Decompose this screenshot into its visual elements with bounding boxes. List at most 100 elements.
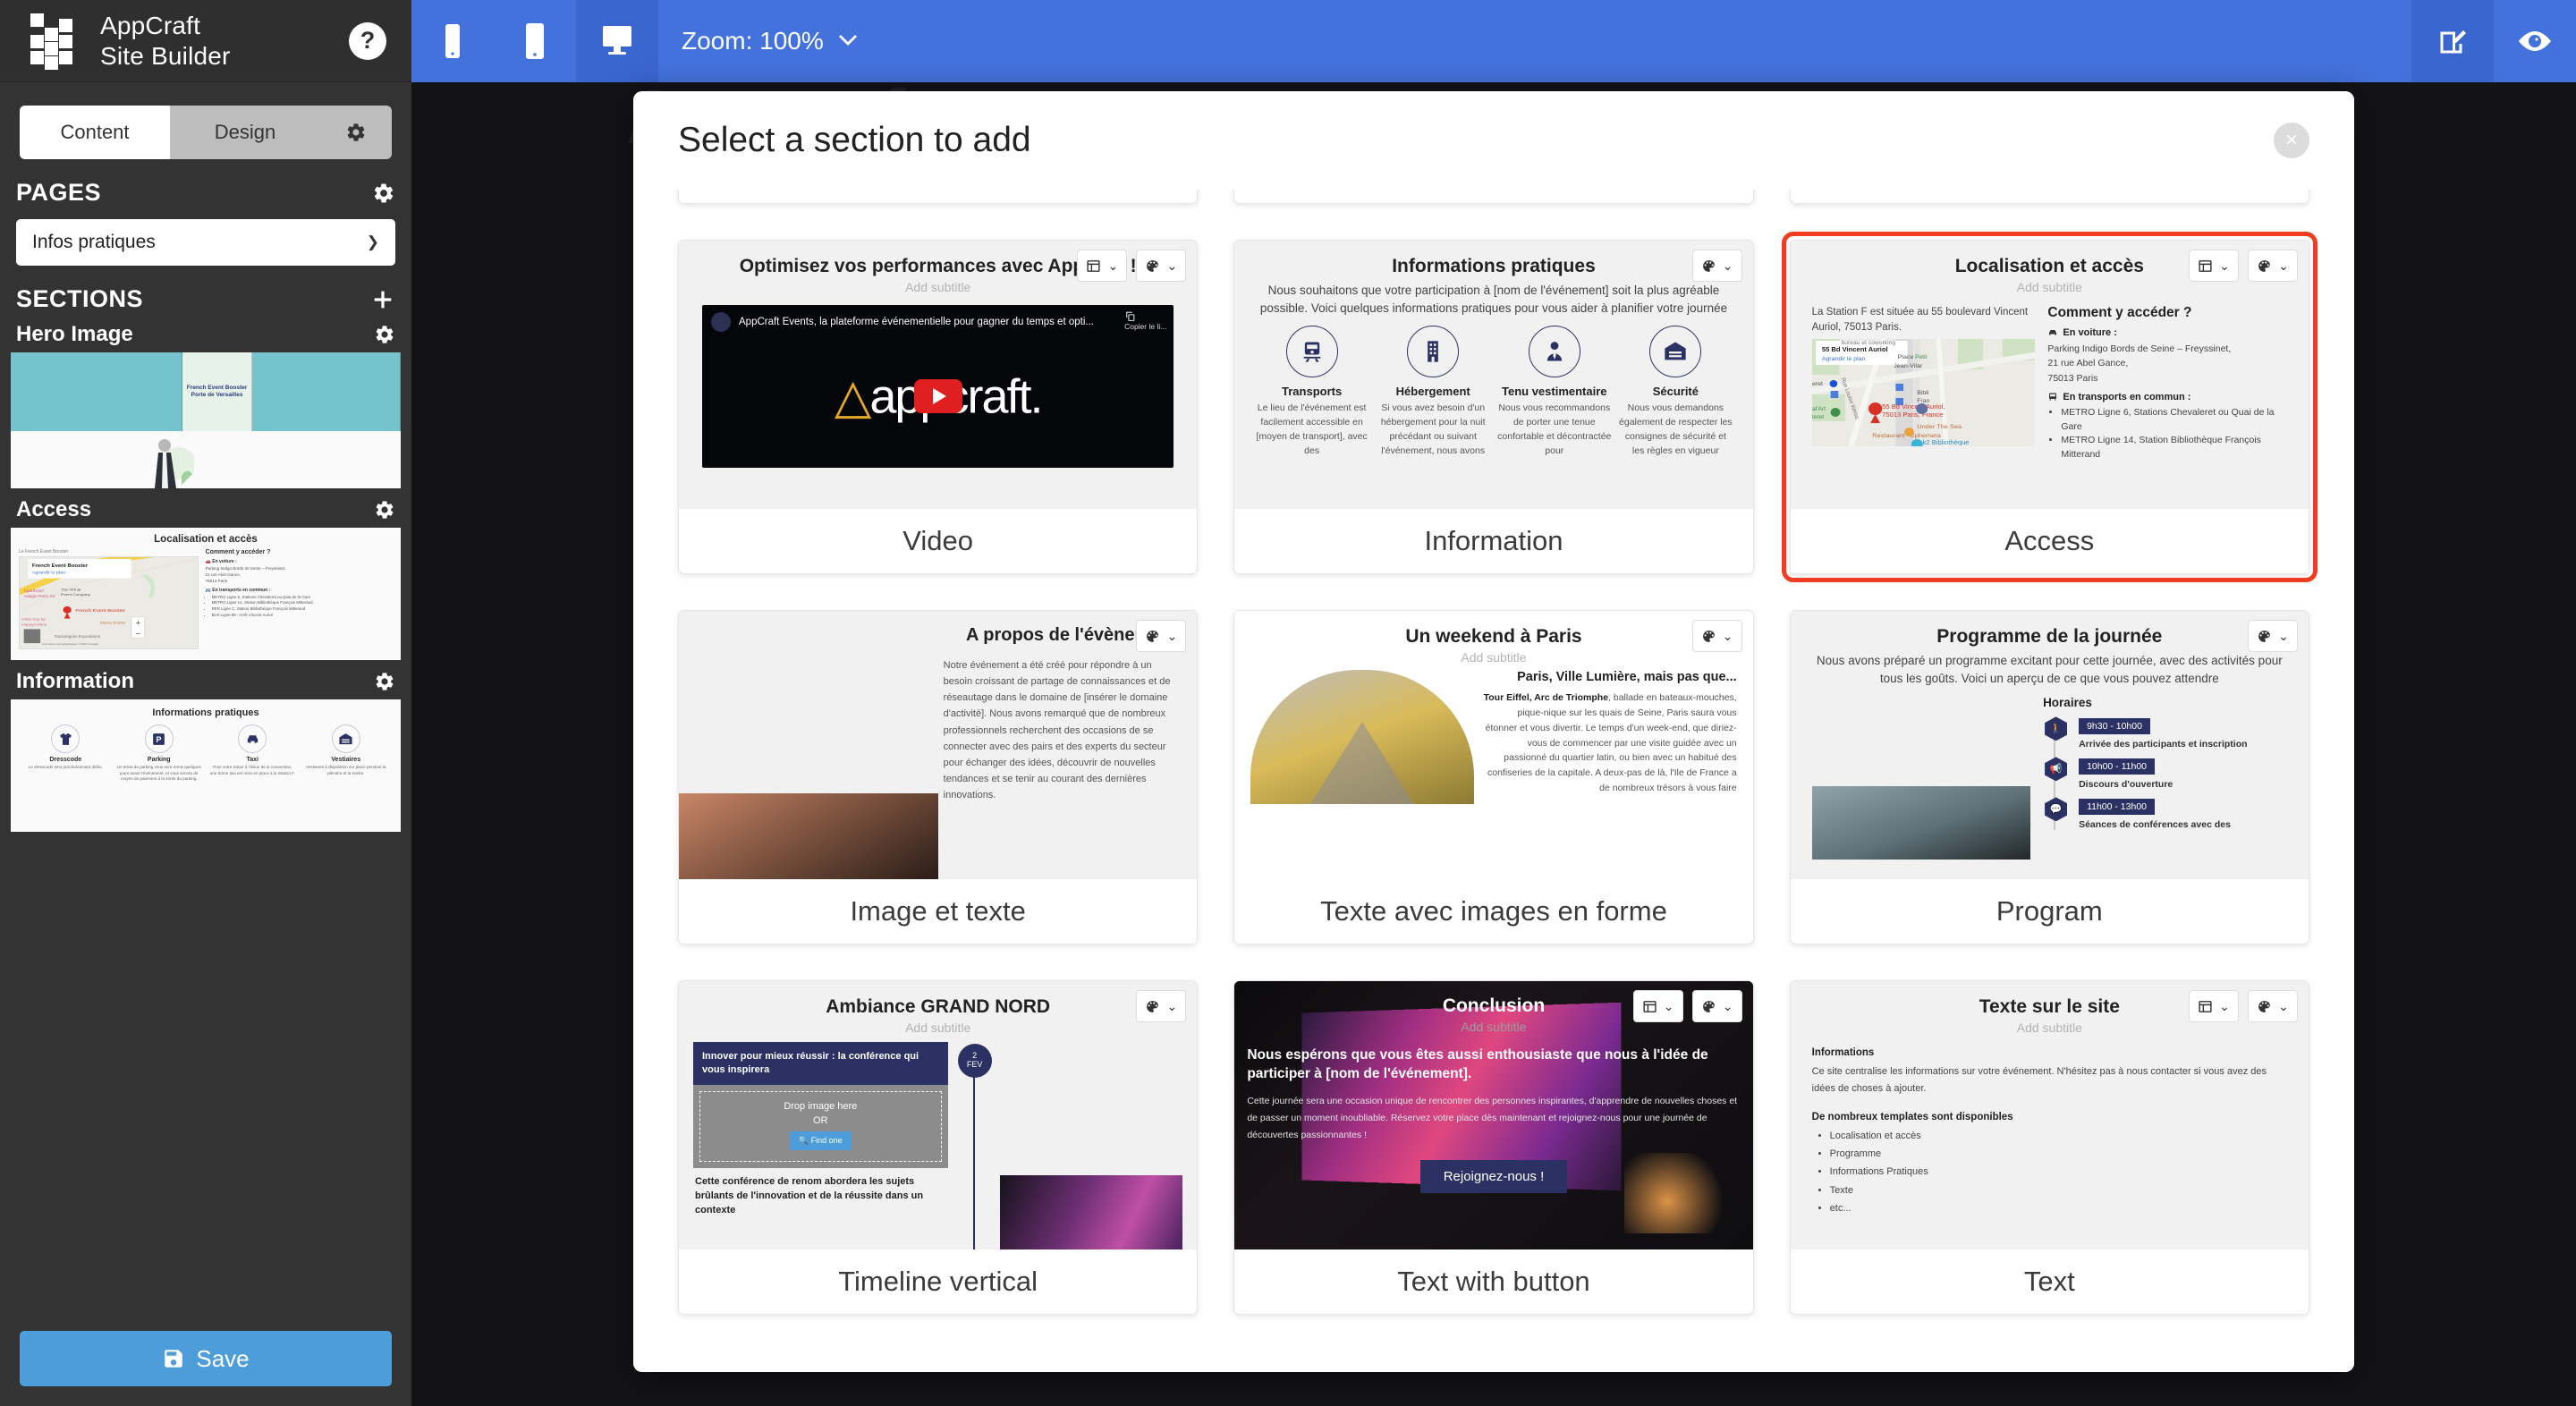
card-preview: ⌄ ⌄ Localisation et accès Add subtitle — [1791, 241, 2309, 509]
shaped-image — [1250, 670, 1474, 804]
zoom-dropdown[interactable]: Zoom: 100% — [658, 0, 881, 82]
info-item-desc: Le lieu de l'événement est facilement ac… — [1254, 402, 1369, 458]
svg-text:Mama Shelter: Mama Shelter — [100, 621, 126, 625]
information-thumbnail[interactable]: Informations pratiques Dresscode Le dres… — [11, 699, 401, 832]
add-section-plus-icon[interactable] — [370, 287, 395, 312]
access-thumb-caption: Le French Event Booster — [19, 549, 199, 555]
access-heading: Comment y accéder ? — [2047, 305, 2287, 321]
info-thumb-item-name: Vestiaires — [303, 757, 389, 763]
tshirt-icon — [51, 724, 80, 753]
info-thumb-item-name: Dresscode — [22, 757, 108, 763]
tablet-icon[interactable] — [494, 0, 576, 82]
info-thumb-item: Dresscode Le dresscode sera prochainemen… — [22, 724, 108, 783]
sidebar-section-information[interactable]: Information Informations pratiques Dress… — [0, 669, 411, 832]
svg-text:leret: leret — [1812, 414, 1824, 420]
card-tools: ⌄ — [1692, 250, 1742, 282]
section-card-program[interactable]: ⌄ Programme de la journée Nous avons pré… — [1790, 610, 2309, 944]
section-card-information[interactable]: ⌄ Informations pratiques Nous souhaitons… — [1233, 240, 1753, 574]
section-title-row: Information — [0, 669, 411, 694]
card-label: Text — [1791, 1249, 2309, 1314]
pages-settings-gear-icon[interactable] — [372, 182, 395, 205]
event-desc: Discours d'ouverture — [2079, 779, 2287, 790]
timeline-spine: 2 FEV — [955, 1042, 993, 1218]
preview-title: Programme de la journée — [1791, 611, 2309, 648]
access-thumb-map[interactable]: French Event Booster Agrandir le plan Fr… — [19, 556, 199, 649]
desktop-icon[interactable] — [576, 0, 658, 82]
tab-content[interactable]: Content — [20, 106, 170, 159]
save-button[interactable]: Save — [20, 1331, 392, 1386]
info-item-name: Sécurité — [1618, 385, 1733, 398]
map-preview[interactable]: 55 Bd Vincent Auriol Agrandir le plan bu… — [1812, 339, 2036, 446]
select-section-modal: Select a section to add × Galerie d'imag… — [633, 91, 2354, 1372]
svg-text:P: P — [157, 735, 162, 744]
layout-icon[interactable]: ⌄ — [2189, 990, 2239, 1022]
section-card-carousel[interactable]: Carousel — [1233, 190, 1753, 204]
section-card-texte-avec-images-en-forme[interactable]: ⌄ Un weekend à Paris Add subtitle Par — [1233, 610, 1753, 944]
page-select[interactable]: Infos pratiques ❯ — [16, 219, 395, 266]
section-card-text-with-button[interactable]: ⌄ ⌄ Conclusion Add subtitle Nous espéron… — [1233, 980, 1753, 1315]
palette-icon[interactable]: ⌄ — [1692, 620, 1742, 652]
section-card-image-et-texte[interactable]: ⌄ A propos de l'évènement Notre événemen… — [678, 610, 1198, 944]
tabs-settings-gear-icon[interactable] — [320, 106, 392, 159]
sidebar-section-access[interactable]: Access Localisation et accès Le French E… — [0, 497, 411, 660]
tab-design[interactable]: Design — [170, 106, 320, 159]
svg-text:55 Bd Vincent Auriol,: 55 Bd Vincent Auriol, — [1882, 402, 1945, 411]
close-icon[interactable]: × — [2274, 123, 2309, 158]
event-desc: Séances de conférences avec des — [2079, 819, 2287, 830]
card-preview: ⌄ A propos de l'évènement Notre événemen… — [679, 611, 1197, 879]
section-card-access[interactable]: ⌄ ⌄ Localisation et accès Add subtitle — [1790, 240, 2309, 574]
video-header: AppCraft Events, la plateforme événement… — [702, 305, 1174, 339]
info-thumb-item-name: Parking — [116, 757, 202, 763]
palette-icon[interactable]: ⌄ — [1136, 250, 1186, 282]
palette-icon[interactable]: ⌄ — [2248, 250, 2298, 282]
access-thumb-heading: Comment y accéder ? — [206, 549, 393, 555]
svg-text:French Event Booster: French Event Booster — [32, 563, 89, 568]
edit-pencil-icon[interactable] — [2411, 0, 2494, 82]
list-item: etc... — [1830, 1199, 2287, 1217]
palette-icon[interactable]: ⌄ — [2248, 620, 2298, 652]
info-item-name: Hébergement — [1376, 385, 1491, 398]
image-dropzone[interactable]: Drop image here OR 🔍 Find one — [693, 1085, 948, 1168]
section-card-galerie-dimages[interactable]: Galerie d'images — [678, 190, 1198, 204]
list-item: Informations Pratiques — [1830, 1163, 2287, 1181]
help-icon[interactable]: ? — [349, 22, 386, 60]
eye-icon[interactable] — [2494, 0, 2576, 82]
palette-icon[interactable]: ⌄ — [1136, 990, 1186, 1022]
sidebar-section-hero-image[interactable]: Hero Image — [0, 322, 411, 488]
join-us-button[interactable]: Rejoignez-nous ! — [1420, 1160, 1568, 1193]
hero-image-thumbnail[interactable]: French Event Booster Porte de Versailles — [11, 352, 401, 488]
section-card-timeline-vertical[interactable]: ⌄ Ambiance GRAND NORD Add subtitle Innov… — [678, 980, 1198, 1315]
list-item: METRO Ligne 14, Station Bibliothèque Fra… — [212, 600, 393, 606]
access-thumb-car-label: 🚗 En voiture : — [206, 559, 393, 564]
section-card-text[interactable]: ⌄ ⌄ Texte sur le site Add subtitle Inf — [1790, 980, 2309, 1315]
card-label: Information — [1234, 509, 1752, 573]
hero-band: French Event Booster Porte de Versailles — [11, 352, 401, 431]
preview-lead: Nous souhaitons que votre participation … — [1234, 277, 1752, 317]
copy-link-control[interactable]: Copier le li... — [1124, 310, 1166, 331]
palette-icon[interactable]: ⌄ — [1692, 990, 1742, 1022]
layout-icon[interactable]: ⌄ — [1077, 250, 1127, 282]
text-paragraph-1: Ce site centralise les informations sur … — [1812, 1063, 2287, 1097]
layout-icon[interactable]: ⌄ — [1633, 990, 1683, 1022]
palette-icon[interactable]: ⌄ — [2248, 990, 2298, 1022]
section-card-video[interactable]: ⌄ ⌄ Optimisez vos performances avec Appc… — [678, 240, 1198, 574]
find-image-button[interactable]: 🔍 Find one — [790, 1131, 852, 1150]
car-icon — [2047, 327, 2058, 338]
svg-text:Damasgran Expositions: Damasgran Expositions — [55, 635, 101, 639]
section-card-partenaires[interactable]: Partenaires — [1790, 190, 2309, 204]
section-settings-gear-icon[interactable] — [374, 671, 395, 692]
access-thumbnail[interactable]: Localisation et accès Le French Event Bo… — [11, 528, 401, 660]
card-label: Timeline vertical — [679, 1249, 1197, 1314]
section-settings-gear-icon[interactable] — [374, 499, 395, 521]
section-settings-gear-icon[interactable] — [374, 324, 395, 345]
card-tools: ⌄ ⌄ — [1633, 990, 1742, 1022]
save-button-container: Save — [0, 1311, 411, 1406]
palette-icon[interactable]: ⌄ — [1692, 250, 1742, 282]
svg-text:Bibli: Bibli — [1917, 390, 1929, 396]
svg-text:Données cartographiques ©2023: Données cartographiques ©2023 Google — [42, 642, 98, 646]
youtube-play-icon[interactable] — [914, 379, 962, 413]
palette-icon[interactable]: ⌄ — [1136, 620, 1186, 652]
mobile-icon[interactable] — [411, 0, 494, 82]
layout-icon[interactable]: ⌄ — [2189, 250, 2239, 282]
access-thumb-car-line-2: 21 rue Abel Gance, — [206, 572, 393, 579]
